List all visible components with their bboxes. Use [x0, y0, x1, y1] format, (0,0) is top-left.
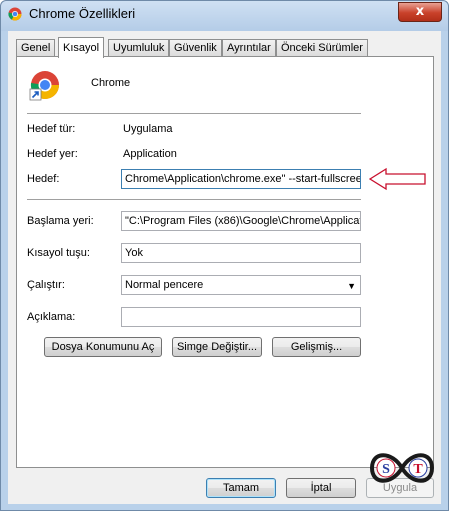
chrome-shortcut-icon [29, 71, 59, 101]
chrome-icon [8, 7, 22, 21]
app-name: Chrome [91, 77, 131, 89]
tab-uyumluluk[interactable]: Uyumluluk [108, 39, 170, 56]
svg-text:S: S [382, 462, 390, 477]
cancel-button[interactable]: İptal [286, 478, 356, 498]
st-watermark-logo: S T [369, 453, 435, 483]
shortcut-key-label: Kısayol tuşu: [27, 247, 90, 259]
tab-guvenlik[interactable]: Güvenlik [169, 39, 222, 56]
tab-genel[interactable]: Genel [16, 39, 56, 56]
dialog-client-area: Genel Kısayol Uyumluluk Güvenlik Ayrıntı… [8, 31, 441, 504]
start-in-label: Başlama yeri: [27, 215, 94, 227]
run-select[interactable]: Normal pencere ▼ [121, 275, 361, 295]
properties-window: Chrome Özellikleri x Genel Kısayol Uyuml… [0, 0, 449, 511]
annotation-arrow-icon [369, 167, 426, 191]
target-field[interactable]: Chrome\Application\chrome.exe" --start-f… [121, 169, 361, 189]
comment-field[interactable] [121, 307, 361, 327]
target-label: Hedef: [27, 173, 60, 185]
svg-text:T: T [413, 462, 423, 477]
change-icon-button[interactable]: Simge Değiştir... [172, 337, 262, 357]
run-select-value: Normal pencere [125, 279, 204, 291]
window-title: Chrome Özellikleri [29, 6, 136, 21]
shortcut-tab-panel: Chrome Hedef tür: Uygulama Hedef yer: Ap… [16, 56, 434, 468]
tab-ayrintilar[interactable]: Ayrıntılar [222, 39, 276, 56]
run-label: Çalıştır: [27, 279, 65, 291]
target-type-value: Uygulama [123, 123, 173, 135]
shortcut-key-field[interactable]: Yok [121, 243, 361, 263]
target-type-label: Hedef tür: [27, 123, 76, 135]
start-in-field[interactable]: "C:\Program Files (x86)\Google\Chrome\Ap… [121, 211, 361, 231]
target-location-value: Application [123, 148, 177, 160]
tab-onceki-surumler[interactable]: Önceki Sürümler [276, 39, 368, 56]
divider-top [27, 113, 361, 115]
target-location-label: Hedef yer: [27, 148, 78, 160]
tab-kisayol[interactable]: Kısayol [58, 37, 105, 58]
open-file-location-button[interactable]: Dosya Konumunu Aç [44, 337, 162, 357]
divider-middle [27, 199, 361, 201]
close-button[interactable]: x [398, 2, 442, 22]
title-bar[interactable]: Chrome Özellikleri x [1, 1, 448, 31]
comment-label: Açıklama: [27, 311, 76, 323]
advanced-button[interactable]: Gelişmiş... [272, 337, 361, 357]
chevron-down-icon: ▼ [347, 281, 356, 291]
ok-button[interactable]: Tamam [206, 478, 276, 498]
